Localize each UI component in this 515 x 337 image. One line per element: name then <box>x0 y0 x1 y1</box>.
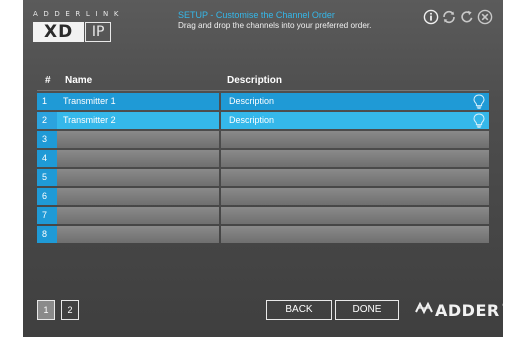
row-number: 3 <box>37 131 57 148</box>
table-row[interactable]: 3 <box>37 131 489 148</box>
lightbulb-icon[interactable] <box>473 113 485 128</box>
page-button-2[interactable]: 2 <box>61 300 79 320</box>
row-number: 8 <box>37 226 57 243</box>
table-header: # Name Description <box>37 72 489 91</box>
page-subtitle: Drag and drop the channels into your pre… <box>178 21 372 30</box>
table-row[interactable]: 2 Transmitter 2 Description <box>37 112 489 129</box>
row-number: 1 <box>37 93 57 110</box>
table-row[interactable]: 4 <box>37 150 489 167</box>
header: ADDERLINK XD IP SETUP - Customise the Ch… <box>23 0 503 60</box>
brand-top-text: ADDERLINK <box>33 10 125 18</box>
row-number: 5 <box>37 169 57 186</box>
table-row[interactable]: 8 <box>37 226 489 243</box>
setup-window: ADDERLINK XD IP SETUP - Customise the Ch… <box>23 0 503 337</box>
row-name[interactable]: Transmitter 1 <box>57 93 219 110</box>
row-description[interactable] <box>221 169 489 186</box>
row-description[interactable] <box>221 188 489 205</box>
column-header-description: Description <box>227 75 283 86</box>
back-button[interactable]: BACK <box>266 300 332 320</box>
row-description[interactable] <box>221 131 489 148</box>
page-title: SETUP - Customise the Channel Order <box>178 10 335 20</box>
row-name[interactable] <box>57 226 219 243</box>
xdip-logo: XD IP <box>33 22 111 42</box>
lightbulb-icon[interactable] <box>473 94 485 109</box>
logo-xd: XD <box>33 22 85 42</box>
row-description[interactable]: Description <box>221 112 489 129</box>
adder-logo-text: ADDER <box>435 300 500 320</box>
row-name[interactable] <box>57 188 219 205</box>
column-header-number: # <box>45 75 51 86</box>
row-description[interactable] <box>221 207 489 224</box>
row-description-text: Description <box>229 96 275 106</box>
row-number: 4 <box>37 150 57 167</box>
column-header-name: Name <box>65 75 93 86</box>
table-row[interactable]: 1 Transmitter 1 Description <box>37 93 489 110</box>
adder-logo-reg: ® <box>502 302 503 309</box>
close-icon[interactable] <box>477 9 493 25</box>
row-number: 2 <box>37 112 57 129</box>
top-icon-bar <box>423 9 493 25</box>
done-button[interactable]: DONE <box>335 300 399 320</box>
refresh-icon[interactable] <box>441 9 457 25</box>
row-description-text: Description <box>229 115 275 125</box>
row-name[interactable] <box>57 150 219 167</box>
row-number: 6 <box>37 188 57 205</box>
info-icon[interactable] <box>423 9 439 25</box>
adder-emblem-icon <box>415 300 433 320</box>
table-row[interactable]: 5 <box>37 169 489 186</box>
row-description[interactable]: Description <box>221 93 489 110</box>
logo-ip: IP <box>85 22 111 42</box>
row-description[interactable] <box>221 226 489 243</box>
table-row[interactable]: 7 <box>37 207 489 224</box>
row-description[interactable] <box>221 150 489 167</box>
row-name[interactable] <box>57 207 219 224</box>
adder-logo: ADDER ® <box>415 300 503 320</box>
row-name[interactable] <box>57 169 219 186</box>
channel-table: # Name Description 1 Transmitter 1 Descr… <box>37 72 489 243</box>
row-name[interactable] <box>57 131 219 148</box>
footer: 1 2 BACK DONE ADDER ® <box>23 300 503 324</box>
page-button-1[interactable]: 1 <box>37 300 55 320</box>
table-row[interactable]: 6 <box>37 188 489 205</box>
row-name[interactable]: Transmitter 2 <box>57 112 219 129</box>
row-number: 7 <box>37 207 57 224</box>
reset-icon[interactable] <box>459 9 475 25</box>
